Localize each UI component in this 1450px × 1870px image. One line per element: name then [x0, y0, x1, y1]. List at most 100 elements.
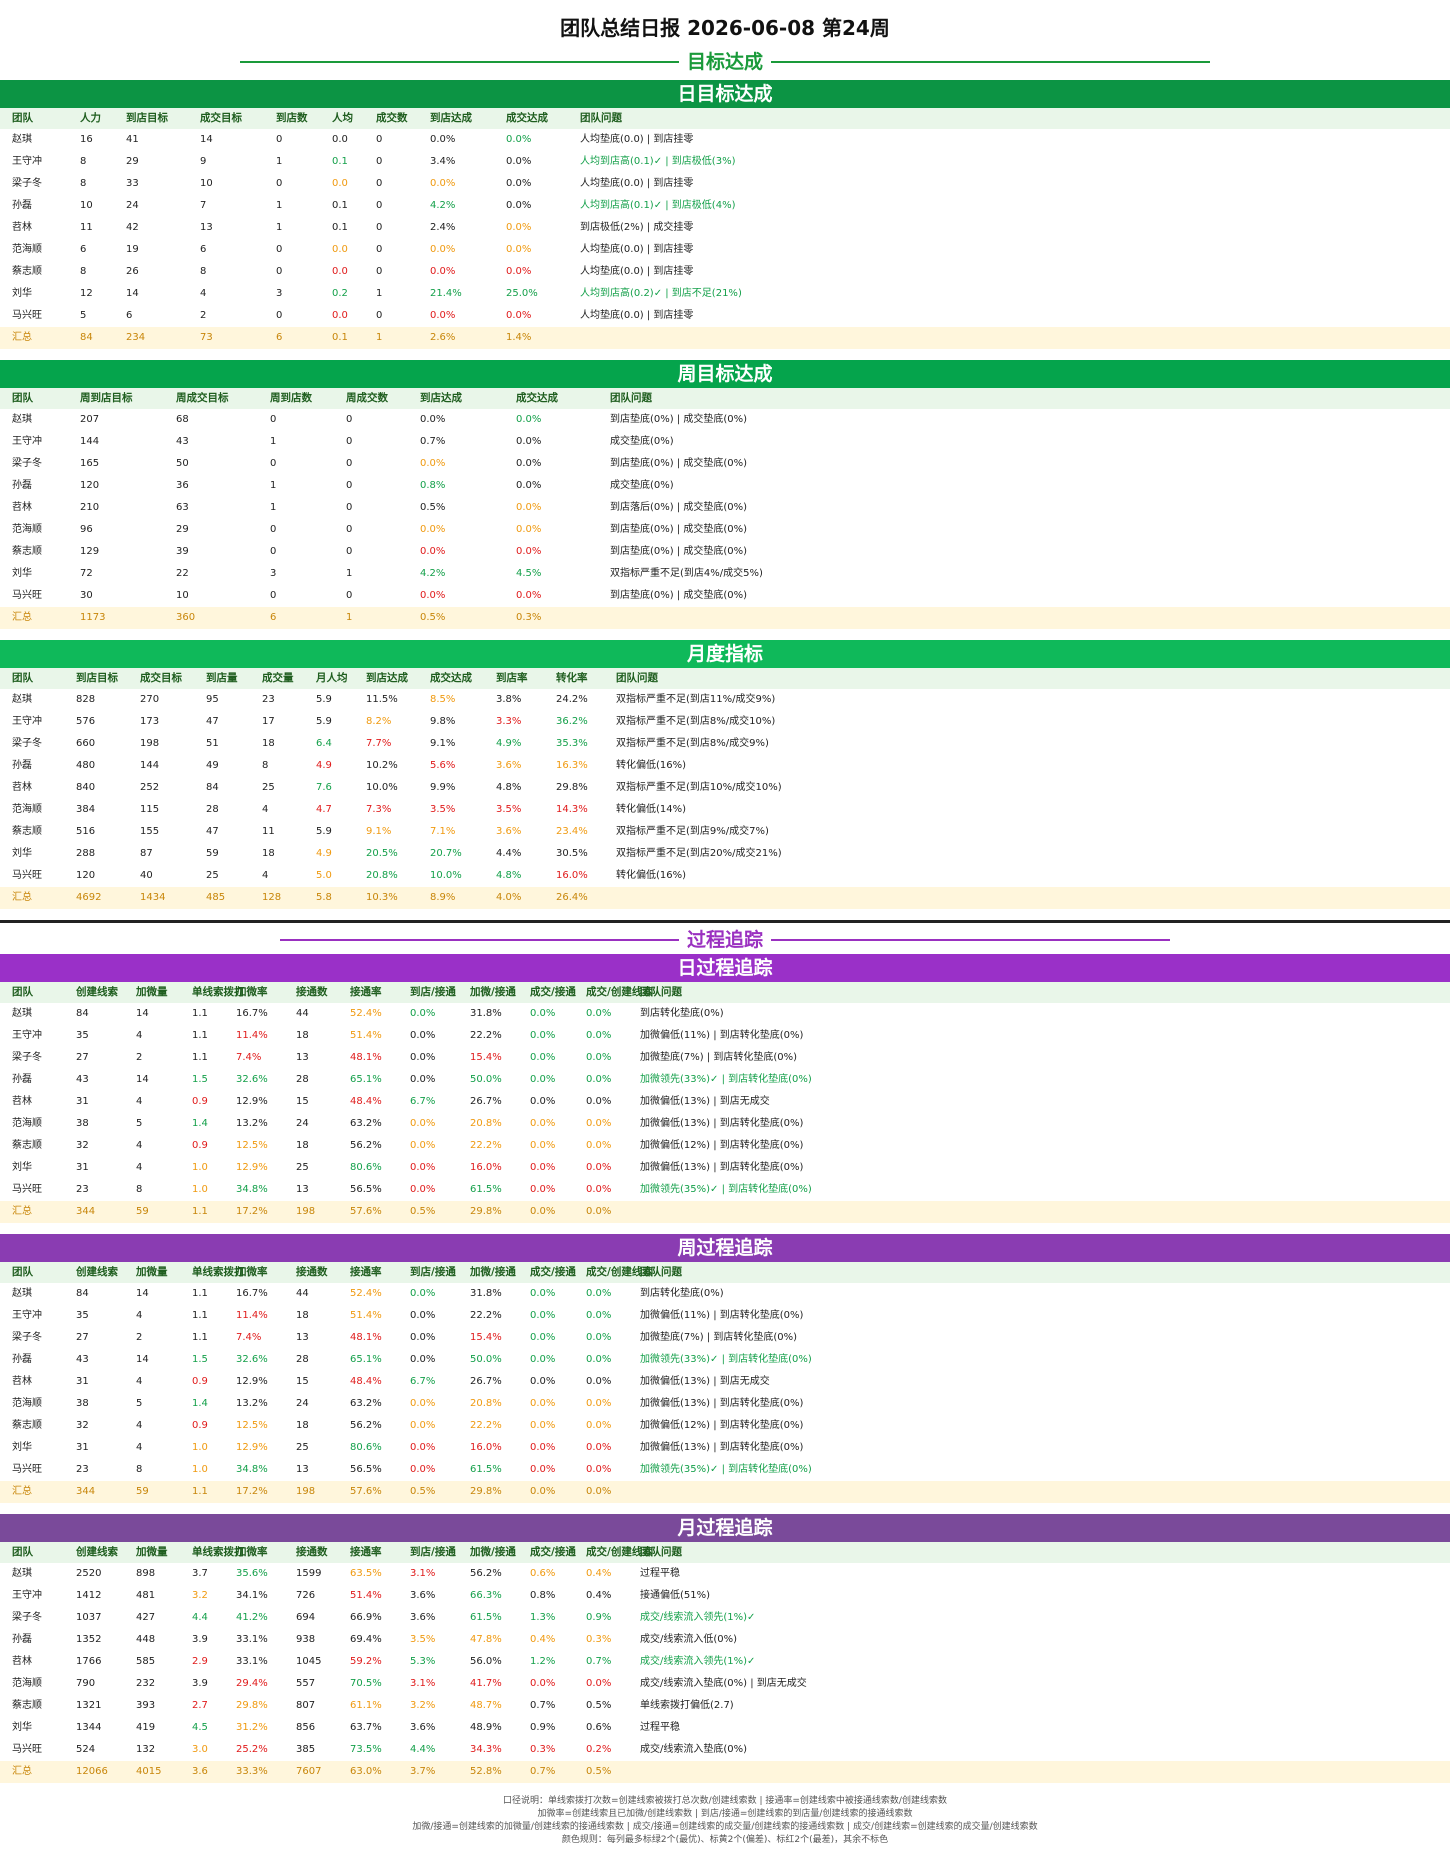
table-cell: 成交/线索流入领先(1%)✓: [640, 1656, 756, 1667]
table-header-row: 团队 创建线索 加微量 单线索拨打 加微率 接通数 接通率 到店/接通 加微/接通 成交/接通 成交…: [0, 1262, 1450, 1283]
table-row: 王守冲 1412 481 3.2 34.1% 726 51.4% 3.6% 66.3% 0.8% 0…: [0, 1585, 1450, 1607]
table-cell: 51: [206, 738, 219, 749]
table-row: 梁子冬 1037 427 4.4 41.2% 694 66.9% 3.6% 61.5% 1.3% 0…: [0, 1607, 1450, 1629]
table-cell: 梁子冬: [12, 1052, 42, 1063]
column-header: 接通数: [296, 986, 328, 998]
summary-cell: 59: [136, 1206, 149, 1217]
table-cell: 0.0%: [530, 1332, 556, 1343]
table-cell: 63.5%: [350, 1568, 382, 1579]
table-cell: 72: [80, 568, 93, 579]
column-header: 成交量: [262, 672, 294, 684]
table-cell: 王守冲: [12, 1310, 42, 1321]
summary-cell: 3.6: [192, 1766, 208, 1777]
table-cell: 3.6%: [496, 760, 522, 771]
table-cell: 4: [136, 1030, 143, 1041]
table-cell: 51.4%: [350, 1310, 382, 1321]
table-cell: 29.8%: [556, 782, 588, 793]
table-cell: 39: [176, 546, 189, 557]
column-header: 到店目标: [126, 112, 168, 124]
table-cell: 385: [296, 1744, 316, 1755]
table-cell: 0: [346, 546, 353, 557]
table-cell: 51.4%: [350, 1030, 382, 1041]
table-cell: 63.2%: [350, 1118, 382, 1129]
table-cell: 18: [296, 1310, 309, 1321]
table-cell: 26: [126, 266, 139, 277]
table-cell: 4.5%: [516, 568, 542, 579]
table-cell: 0: [346, 480, 353, 491]
column-header: 成交目标: [140, 672, 182, 684]
table-cell: 0.0%: [586, 1354, 612, 1365]
summary-cell: 8.9%: [430, 892, 456, 903]
table-cell: 7.7%: [366, 738, 392, 749]
table-cell: 双指标严重不足(到店8%/成交10%): [616, 716, 776, 727]
table-cell: 1321: [76, 1700, 102, 1711]
summary-cell: 1: [346, 612, 353, 623]
table-cell: 66.9%: [350, 1612, 382, 1623]
table-cell: 0.9: [192, 1096, 208, 1107]
table-cell: 0.0%: [530, 1420, 556, 1431]
table-cell: 赵琪: [12, 1288, 32, 1299]
table-cell: 0.0%: [530, 1354, 556, 1365]
table-cell: 288: [76, 848, 96, 859]
table-cell: 双指标严重不足(到店8%/成交9%): [616, 738, 769, 749]
table-cell: 双指标严重不足(到店9%/成交7%): [616, 826, 769, 837]
table-cell: 23.4%: [556, 826, 588, 837]
table-cell: 252: [140, 782, 160, 793]
summary-cell: 0.7%: [530, 1766, 556, 1777]
table-cell: 过程平稳: [640, 1568, 680, 1579]
table-cell: 马兴旺: [12, 870, 42, 881]
column-header: 团队: [12, 672, 33, 684]
table-cell: 0: [376, 200, 383, 211]
table-cell: 1: [276, 156, 283, 167]
table-cell: 梁子冬: [12, 1612, 42, 1623]
column-header: 月人均: [316, 672, 348, 684]
table-cell: 到店落后(0%) | 成交垫底(0%): [610, 502, 748, 513]
table-cell: 0: [270, 524, 277, 535]
table-cell: 2.9: [192, 1656, 208, 1667]
summary-cell: 17.2%: [236, 1486, 268, 1497]
footer-note-line: 加微率=创建线索且已加微/创建线索数 | 到店/接通=创建线索的到店量/创建线索…: [537, 1809, 913, 1819]
table-row: 王守冲 576 173 47 17 5.9 8.2% 9.8% 3.3% 36.2% 双指标严重不足…: [0, 711, 1450, 733]
column-header: 成交目标: [200, 112, 242, 124]
summary-cell: 59: [136, 1486, 149, 1497]
table-cell: 8: [80, 156, 87, 167]
table-cell: 苕林: [12, 1656, 32, 1667]
table-cell: 王守冲: [12, 716, 42, 727]
table-cell: 2: [136, 1052, 143, 1063]
summary-cell: 汇总: [12, 332, 32, 343]
column-header: 加微/接通: [470, 986, 516, 998]
table-cell: 232: [136, 1678, 156, 1689]
table-cell: 1: [270, 502, 277, 513]
table-cell: 0.0%: [420, 414, 446, 425]
table-row: 孙磊 43 14 1.5 32.6% 28 65.1% 0.0% 50.0% 0.0% 0.0% 加微…: [0, 1069, 1450, 1091]
footer-note-line: 加微/接通=创建线索的加微量/创建线索的接通线索数 | 成交/接通=创建线索的成…: [412, 1822, 1038, 1832]
table-cell: 31.2%: [236, 1722, 268, 1733]
column-header: 团队问题: [640, 986, 682, 998]
table-cell: 4.2%: [430, 200, 456, 211]
table-cell: 蔡志顺: [12, 1420, 42, 1431]
column-header: 团队: [12, 986, 33, 998]
summary-cell: 6: [270, 612, 277, 623]
table-cell: 3.6%: [496, 826, 522, 837]
table-cell: 4.8%: [496, 870, 522, 881]
table-cell: 0.0: [332, 178, 348, 189]
table-cell: 84: [76, 1008, 89, 1019]
table-cell: 1.1: [192, 1332, 208, 1343]
table-cell: 加微领先(35%)✓ | 到店转化垫底(0%): [640, 1464, 812, 1475]
table-cell: 585: [136, 1656, 156, 1667]
table-cell: 1: [346, 568, 353, 579]
summary-cell: 198: [296, 1486, 316, 1497]
table-cell: 15.4%: [470, 1332, 502, 1343]
table-cell: 0.0%: [506, 178, 532, 189]
table-cell: 0.2: [332, 288, 348, 299]
table-row: 赵琪 16 41 14 0 0.0 0 0.0% 0.0% 人均垫底(0.0) | 到店挂零: [0, 129, 1450, 151]
column-header: 加微/接通: [470, 1266, 516, 1278]
table-cell: 43: [176, 436, 189, 447]
table-cell: 20.5%: [366, 848, 398, 859]
table-cell: 56.5%: [350, 1464, 382, 1475]
table-cell: 人均垫底(0.0) | 到店挂零: [580, 266, 694, 277]
table-row: 梁子冬 27 2 1.1 7.4% 13 48.1% 0.0% 15.4% 0.0% 0.0% 加微垫…: [0, 1047, 1450, 1069]
table-cell: 14: [136, 1008, 149, 1019]
table-cell: 7.4%: [236, 1052, 262, 1063]
table-cell: 5.3%: [410, 1656, 436, 1667]
